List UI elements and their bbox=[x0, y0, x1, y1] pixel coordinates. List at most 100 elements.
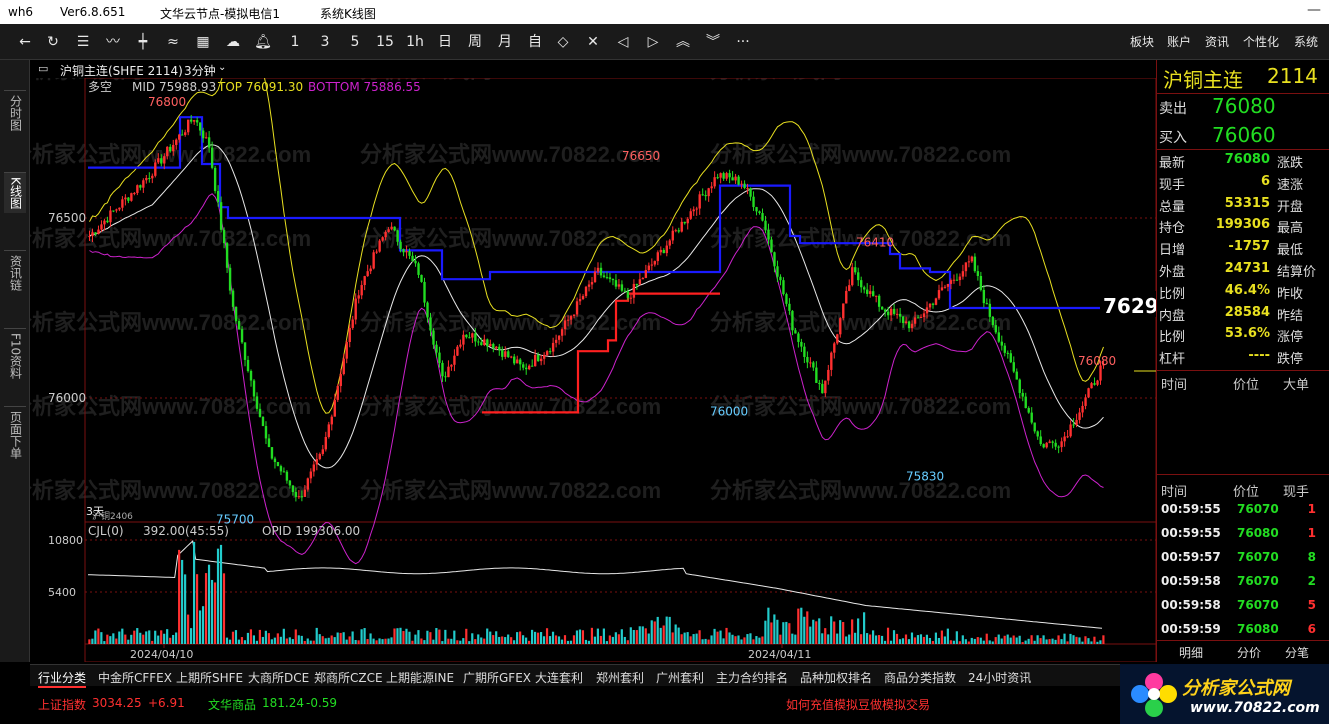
grid-icon[interactable]: ▦ bbox=[192, 32, 214, 52]
tab-detail[interactable]: 明细 bbox=[1179, 644, 1203, 661]
volume-bar bbox=[1072, 635, 1075, 644]
buy-price[interactable]: 76060 bbox=[1212, 123, 1276, 147]
bell-icon[interactable]: 🔔︎ bbox=[252, 32, 274, 52]
candle-body bbox=[516, 359, 519, 364]
tab-label: K线图 bbox=[8, 177, 23, 209]
exchange-tab-12[interactable]: 商品分类指数 bbox=[884, 669, 956, 686]
tab-price-split[interactable]: 分价 bbox=[1237, 644, 1261, 661]
minimize-icon[interactable]: — bbox=[1307, 2, 1321, 18]
period-3[interactable]: 15 bbox=[374, 32, 396, 52]
volume-bar bbox=[725, 627, 728, 644]
exchange-tab-0[interactable]: 行业分类 bbox=[38, 669, 87, 688]
exchange-tab-3[interactable]: 大商所DCE bbox=[248, 669, 309, 686]
tab-order[interactable]: 页面下单 bbox=[4, 406, 26, 463]
chevron-down-icon[interactable]: ⌄ bbox=[218, 62, 226, 73]
menu-4[interactable]: 系统 bbox=[1294, 33, 1318, 50]
candle-body bbox=[883, 309, 887, 312]
contract-label[interactable]: 沪铜主连(SHFE 2114) bbox=[60, 62, 183, 79]
back-icon[interactable]: ← bbox=[14, 32, 36, 52]
volume-bar bbox=[246, 632, 250, 644]
volume-bar bbox=[689, 636, 692, 644]
volume-bar bbox=[602, 628, 605, 644]
period-7[interactable]: 月 bbox=[494, 32, 516, 52]
tab-tick[interactable]: 分笔 bbox=[1285, 644, 1309, 661]
more-icon[interactable]: ··· bbox=[732, 32, 754, 52]
zoom-out-icon[interactable]: ◇ bbox=[552, 32, 574, 52]
line-chart-icon[interactable]: 〰 bbox=[102, 32, 124, 52]
period-6[interactable]: 周 bbox=[464, 32, 486, 52]
menu-0[interactable]: 板块 bbox=[1130, 33, 1154, 50]
volume-bar bbox=[701, 639, 704, 644]
candle-body bbox=[988, 303, 992, 317]
exchange-tab-11[interactable]: 品种加权排名 bbox=[800, 669, 872, 686]
mid-line bbox=[89, 144, 1104, 469]
volume-bar bbox=[665, 616, 668, 644]
exchange-tab-7[interactable]: 大连套利 bbox=[535, 669, 583, 686]
candle-body bbox=[216, 191, 220, 203]
candle-icon[interactable]: ┿ bbox=[132, 32, 154, 52]
volume-bar bbox=[626, 640, 629, 644]
menu-icon[interactable]: ▭ bbox=[38, 62, 48, 75]
exchange-tab-9[interactable]: 广州套利 bbox=[656, 669, 704, 686]
indicator-icon[interactable]: ≈ bbox=[162, 32, 184, 52]
right-icon[interactable]: ▷ bbox=[642, 32, 664, 52]
price-marker: 76800 bbox=[148, 95, 186, 109]
candle-body bbox=[785, 294, 788, 304]
refresh-icon[interactable]: ↻ bbox=[42, 32, 64, 52]
list-icon[interactable]: ☰ bbox=[72, 32, 94, 52]
volume-bar bbox=[333, 637, 336, 644]
volume-bar bbox=[833, 621, 836, 644]
main-chart[interactable]: 分析家公式网www.70822.com 分析家公式网www.70822.com 分析… bbox=[30, 78, 1156, 662]
volume-bar bbox=[848, 634, 851, 644]
cloud-icon[interactable]: ☁ bbox=[222, 32, 244, 52]
volume-bar bbox=[354, 639, 357, 644]
tab-timeline[interactable]: 分时图 bbox=[4, 90, 26, 135]
up-icon[interactable]: ︽ bbox=[672, 32, 694, 52]
period-select[interactable]: 3分钟 bbox=[184, 62, 216, 79]
volume-bar bbox=[258, 629, 261, 644]
tab-kline[interactable]: K线图 bbox=[4, 172, 26, 213]
notice-link[interactable]: 如何充值模拟豆做模拟交易 bbox=[786, 696, 930, 713]
period-8[interactable]: 自 bbox=[524, 32, 546, 52]
period-5[interactable]: 日 bbox=[434, 32, 456, 52]
zoom-in-icon[interactable]: ✕ bbox=[582, 32, 604, 52]
menu-2[interactable]: 资讯 bbox=[1205, 33, 1229, 50]
period-4[interactable]: 1h bbox=[404, 32, 426, 52]
exchange-tab-4[interactable]: 郑商所CZCE bbox=[314, 669, 383, 686]
left-icon[interactable]: ◁ bbox=[612, 32, 634, 52]
volume-bar bbox=[252, 635, 256, 644]
tab-news[interactable]: 资讯链 bbox=[4, 250, 26, 295]
volume-bar bbox=[1054, 639, 1057, 644]
exchange-tab-6[interactable]: 广期所GFEX bbox=[463, 669, 531, 686]
down-icon[interactable]: ︾ bbox=[702, 32, 724, 52]
tick-price: 76070 bbox=[1237, 574, 1279, 588]
period-0[interactable]: 1 bbox=[284, 32, 306, 52]
period-1[interactable]: 3 bbox=[314, 32, 336, 52]
menu-1[interactable]: 账户 bbox=[1167, 33, 1191, 50]
volume-bar bbox=[863, 612, 866, 644]
candle-body bbox=[848, 285, 851, 291]
menu-3[interactable]: 个性化 bbox=[1243, 33, 1279, 50]
tab-f10[interactable]: F10资料 bbox=[4, 328, 26, 383]
volume-bar bbox=[501, 636, 504, 644]
exchange-tab-1[interactable]: 中金所CFFEX bbox=[98, 669, 172, 686]
exchange-tab-2[interactable]: 上期所SHFE bbox=[176, 669, 243, 686]
volume-bar bbox=[755, 636, 758, 644]
candle-body bbox=[154, 162, 157, 176]
candle-body bbox=[940, 287, 944, 291]
candle-body bbox=[901, 316, 905, 324]
indicator-legend-text: BOTTOM 75886.55 bbox=[308, 80, 421, 94]
status-bar: 上证指数 3034.25 +6.91 文华商品 181.24 -0.59 如何充… bbox=[30, 688, 1129, 718]
volume-legend-text: 392.00(45:55) bbox=[143, 524, 229, 538]
volume-bar bbox=[629, 627, 632, 644]
exchange-tab-8[interactable]: 郑州套利 bbox=[596, 669, 644, 686]
volume-bar bbox=[267, 633, 270, 644]
sell-price[interactable]: 76080 bbox=[1212, 94, 1276, 118]
exchange-tab-10[interactable]: 主力合约排名 bbox=[716, 669, 788, 686]
candle-body bbox=[593, 271, 597, 283]
exchange-tab-5[interactable]: 上期能源INE bbox=[386, 669, 454, 686]
volume-bar bbox=[327, 637, 330, 644]
volume-bar bbox=[184, 574, 187, 644]
period-2[interactable]: 5 bbox=[344, 32, 366, 52]
exchange-tab-13[interactable]: 24小时资讯 bbox=[968, 669, 1031, 686]
